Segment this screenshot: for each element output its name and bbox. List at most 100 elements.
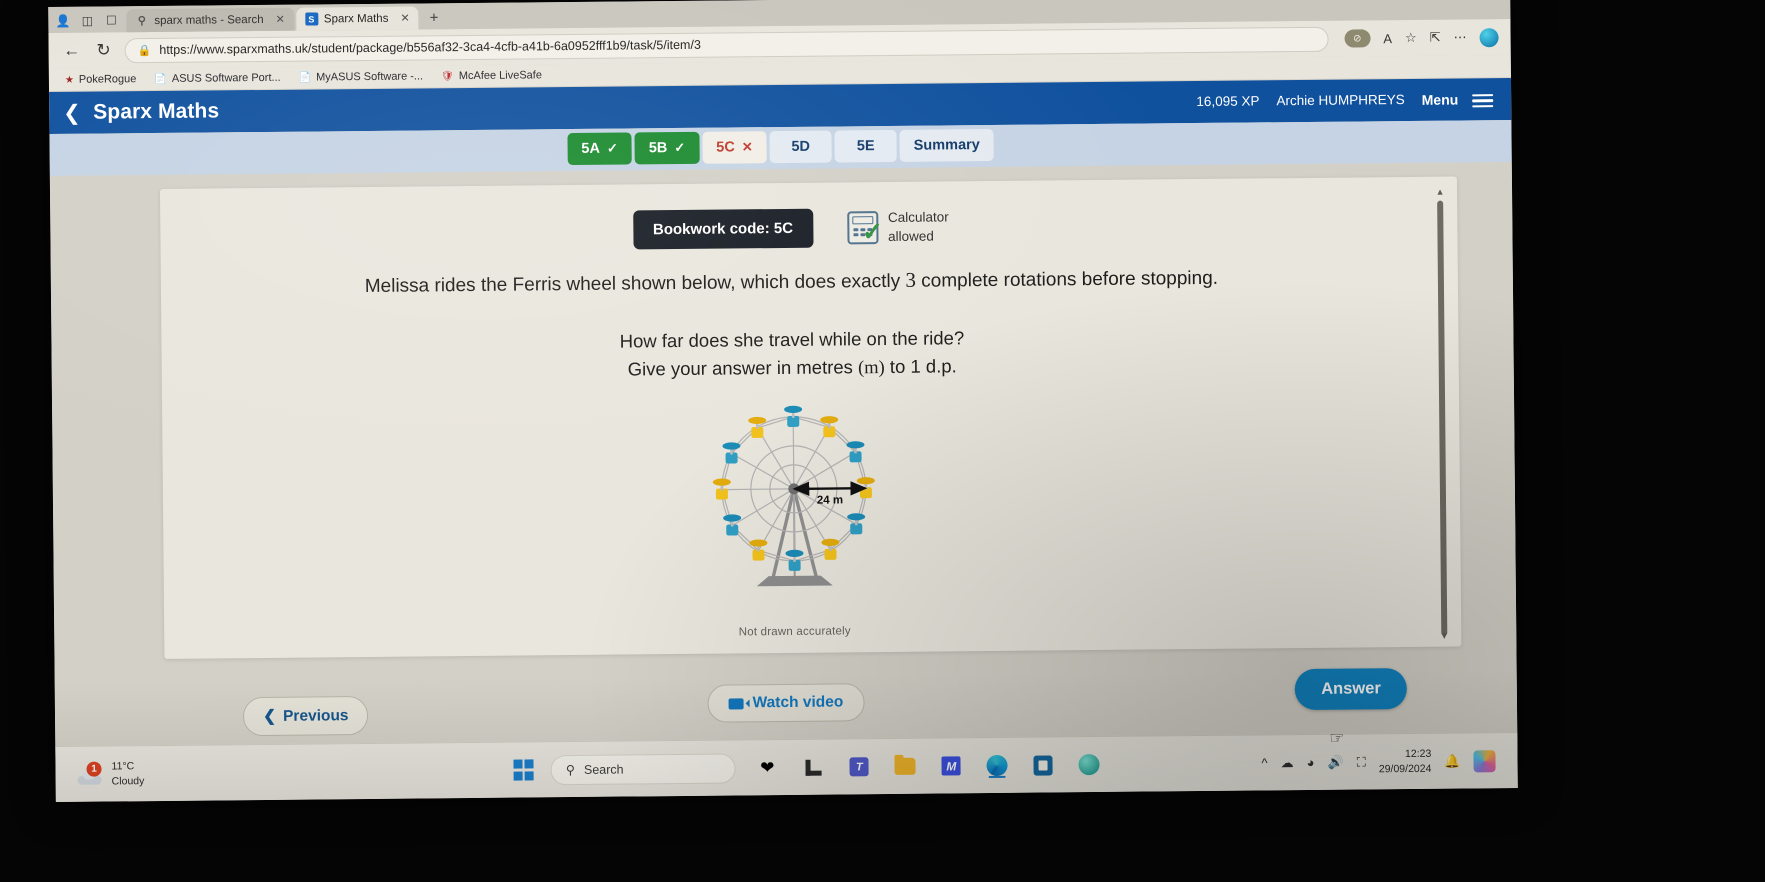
- tab-summary[interactable]: Summary: [899, 128, 994, 162]
- file-explorer-icon[interactable]: [891, 752, 920, 781]
- rotation-count: 3: [905, 267, 917, 292]
- notification-badge: 1: [86, 761, 102, 777]
- tab-5b[interactable]: 5B ✓: [634, 131, 700, 165]
- metres-unit: (m): [857, 358, 885, 379]
- previous-label: Previous: [282, 706, 349, 725]
- taskbar-clock[interactable]: 12:23 29/09/2024: [1379, 747, 1432, 776]
- close-icon[interactable]: ✕: [400, 12, 409, 25]
- scroll-down-icon[interactable]: ▼: [1437, 631, 1451, 641]
- microsoft-edge-icon[interactable]: [983, 751, 1012, 780]
- split-screen-icon[interactable]: ☐: [102, 11, 120, 29]
- reload-icon[interactable]: ↻: [93, 40, 115, 60]
- browser-tab-search[interactable]: ⚲ sparx maths - Search ✕: [126, 7, 294, 33]
- mm-app-icon[interactable]: M: [937, 751, 966, 780]
- content-area: Bookwork code: 5C ✓ Calculator allowed M…: [49, 161, 1517, 748]
- browser-tab-sparx[interactable]: S Sparx Maths ✕: [295, 6, 419, 31]
- calculator-line-1: Calculator: [887, 209, 949, 226]
- card-scrollbar[interactable]: ▲ ▼: [1433, 187, 1451, 641]
- volume-icon[interactable]: 🔊: [1327, 754, 1343, 770]
- tab-5c[interactable]: 5C ✕: [702, 131, 767, 164]
- watch-video-button[interactable]: Watch video: [707, 683, 865, 723]
- page-icon: 📄: [154, 73, 167, 85]
- calculator-allowed-badge: ✓ Calculator allowed: [846, 209, 949, 246]
- answer-button[interactable]: Answer: [1295, 668, 1408, 711]
- figure-caption: Not drawn accurately: [738, 625, 851, 639]
- bookmark-asus-software-port[interactable]: 📄 ASUS Software Port...: [154, 72, 280, 85]
- bookmark-label: MyASUS Software -...: [316, 70, 424, 84]
- user-avatar-icon[interactable]: [1473, 749, 1496, 772]
- tab-5a[interactable]: 5A ✓: [567, 132, 632, 166]
- windows-start-icon[interactable]: [513, 759, 534, 781]
- bookmark-myasus-software[interactable]: 📄 MyASUS Software -...: [299, 70, 424, 83]
- radius-arrow: [791, 481, 867, 496]
- new-tab-button[interactable]: +: [421, 9, 448, 29]
- previous-button[interactable]: ❮ Previous: [242, 695, 369, 737]
- bookmark-label: PokeRogue: [78, 73, 137, 86]
- watch-video-label: Watch video: [752, 693, 844, 712]
- browser-tab-title: Sparx Maths: [323, 12, 389, 25]
- microsoft-store-icon[interactable]: [1029, 750, 1058, 779]
- back-arrow-icon[interactable]: ←: [61, 41, 83, 61]
- clock-time: 12:23: [1404, 748, 1432, 761]
- mcafee-shield-icon: 🛡: [441, 70, 454, 82]
- question-badges: Bookwork code: 5C ✓ Calculator allowed: [184, 203, 1397, 254]
- system-tray: ^ ☁ ◕ 🔊 ⛶ 12:23 29/09/2024 🔔: [1261, 746, 1517, 777]
- read-aloud-icon[interactable]: A: [1383, 31, 1392, 46]
- tab-label: 5B: [648, 140, 668, 157]
- more-options-icon[interactable]: ⋯: [1453, 29, 1466, 45]
- wifi-icon[interactable]: ◕: [1307, 755, 1315, 770]
- cloud-icon: 1: [77, 761, 103, 785]
- bookmark-mcafee-livesafe[interactable]: 🛡 McAfee LiveSafe: [441, 69, 542, 82]
- figure-container: 24 m Not drawn accurately: [186, 388, 1401, 644]
- xp-counter: 16,095 XP: [1196, 93, 1260, 110]
- question-line-1: Melissa rides the Ferris wheel shown bel…: [185, 260, 1398, 303]
- chevron-left-icon[interactable]: ❮: [63, 100, 93, 125]
- taskbar-apps: ⚲ Search ❤ T M: [355, 748, 1261, 787]
- microsoft-teams-icon[interactable]: T: [845, 752, 874, 781]
- tab-5e[interactable]: 5E: [834, 129, 897, 163]
- bookmark-label: ASUS Software Port...: [171, 71, 281, 85]
- question-subtext: How far does she travel while on the rid…: [185, 320, 1399, 390]
- close-icon[interactable]: ✕: [276, 13, 285, 26]
- favorite-star-icon[interactable]: ☆: [1405, 30, 1417, 46]
- question-text: Melissa rides the Ferris wheel shown bel…: [185, 260, 1399, 389]
- lock-icon: 🔒: [137, 44, 152, 57]
- tab-actions-icon[interactable]: ◫: [78, 12, 96, 30]
- profile-icon[interactable]: 👤: [54, 12, 72, 30]
- profile-avatar-icon[interactable]: [1479, 27, 1499, 47]
- cross-icon: ✕: [741, 139, 753, 155]
- laptop-screen: 👤 ◫ ☐ ⚲ sparx maths - Search ✕ S Sparx M…: [48, 0, 1518, 802]
- tracking-prevention-icon[interactable]: ⊘: [1344, 29, 1371, 48]
- page-title: Sparx Maths: [93, 99, 220, 124]
- menu-button[interactable]: Menu: [1422, 91, 1494, 108]
- pokerogue-icon: ★: [64, 74, 74, 86]
- address-bar-url: https://www.sparxmaths.uk/student/packag…: [159, 37, 701, 57]
- tab-5d[interactable]: 5D: [769, 130, 832, 164]
- show-hidden-icons-icon[interactable]: ^: [1261, 755, 1267, 770]
- app-icon[interactable]: [1075, 750, 1104, 779]
- check-icon: ✓: [606, 140, 618, 156]
- onedrive-icon[interactable]: ☁: [1281, 755, 1294, 771]
- photo-of-laptop-screen: 👤 ◫ ☐ ⚲ sparx maths - Search ✕ S Sparx M…: [0, 0, 1765, 882]
- video-camera-icon: [728, 697, 744, 710]
- question-line-1-end: complete rotations before stopping.: [921, 267, 1219, 292]
- question-card: Bookwork code: 5C ✓ Calculator allowed M…: [159, 176, 1462, 659]
- taskbar-search[interactable]: ⚲ Search: [550, 752, 736, 785]
- l-app-icon[interactable]: [799, 753, 828, 782]
- chevron-left-icon: ❮: [262, 707, 277, 726]
- address-bar[interactable]: 🔒 https://www.sparxmaths.uk/student/pack…: [124, 26, 1329, 63]
- battery-icon[interactable]: ⛶: [1357, 754, 1366, 770]
- scroll-up-icon[interactable]: ▲: [1433, 187, 1447, 197]
- bell-icon[interactable]: 🔔: [1444, 753, 1460, 769]
- weather-description: Cloudy: [111, 774, 145, 787]
- check-icon: ✓: [674, 139, 686, 156]
- collections-icon[interactable]: ⇱: [1430, 30, 1441, 46]
- search-icon: ⚲: [137, 15, 146, 28]
- question-line-3-b: to 1 d.p.: [889, 355, 957, 378]
- weather-widget[interactable]: 1 11°C Cloudy: [55, 757, 355, 789]
- bookmark-pokerogue[interactable]: ★ PokeRogue: [65, 73, 137, 86]
- clock-date: 29/09/2024: [1378, 762, 1432, 775]
- calculator-icon: ✓: [846, 211, 883, 246]
- health-icon[interactable]: ❤: [753, 753, 782, 782]
- scrollbar-thumb[interactable]: [1437, 200, 1448, 636]
